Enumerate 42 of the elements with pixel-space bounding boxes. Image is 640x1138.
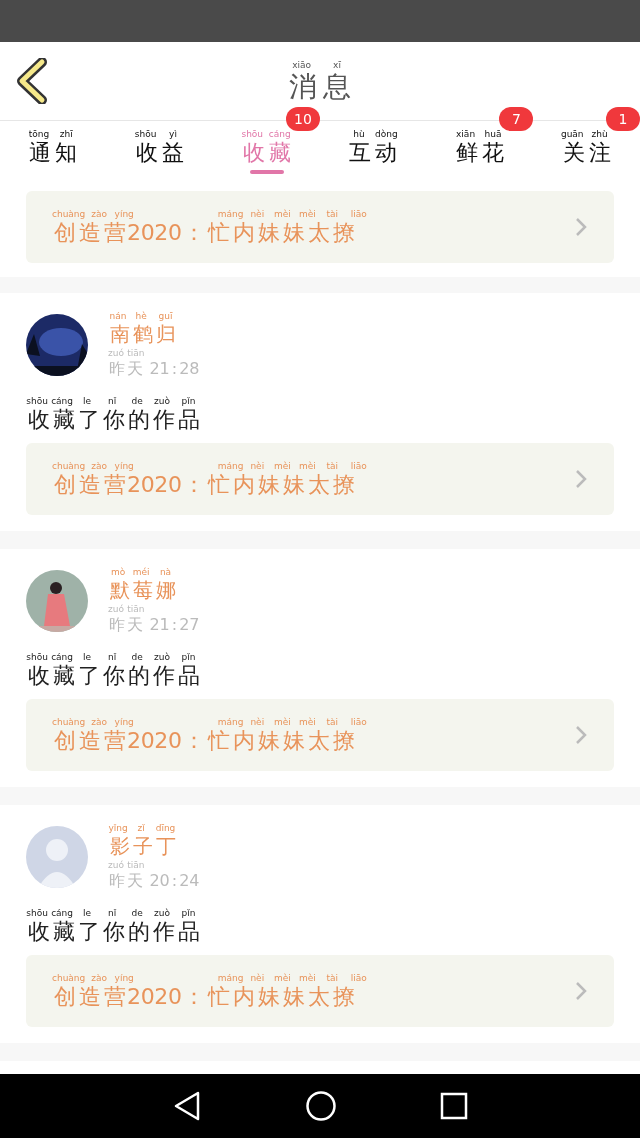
pinyin-annotation: shōu cáng le nǐ de zuò pǐn <box>26 652 197 663</box>
pinyin-annotation: shōu cáng le nǐ de zuò pǐn <box>26 908 197 919</box>
pinyin-annotation: xiān huā <box>455 128 503 140</box>
pinyin-annotation: guān zhù <box>560 128 609 140</box>
pinyin-annotation: shōu cáng <box>240 128 292 140</box>
count-badge: 10 <box>286 107 320 131</box>
pinyin-annotation: shōu yì <box>134 128 178 140</box>
article-title: 创造营2020：忙内妹妹太撩 <box>52 983 356 1010</box>
count-badge: 7 <box>499 107 534 131</box>
pinyin-annotation: hù dòng <box>352 128 399 140</box>
article-title: 创造营2020：忙内妹妹太撩 <box>52 471 356 498</box>
user-name: 南鹤归 <box>108 322 177 346</box>
message-text: 收藏了你的作品 <box>26 919 201 945</box>
page-title: 消息 <box>288 70 352 103</box>
tab[interactable]: 鲜花 <box>454 139 506 166</box>
pinyin-annotation: chuàng zào yíng máng nèi mèi mèi tài liāo <box>52 460 368 472</box>
pinyin-annotation: shōu cáng le nǐ de zuò pǐn <box>26 396 197 407</box>
user-name: 默莓娜 <box>108 578 177 602</box>
pinyin-annotation: tōng zhī <box>27 128 74 140</box>
tab[interactable]: 通知 <box>27 139 80 166</box>
user-name: 影子丁 <box>108 834 177 858</box>
timestamp: 昨天 20:24 <box>108 871 200 891</box>
message-text: 收藏了你的作品 <box>26 407 201 433</box>
count-badge: 1 <box>606 107 640 131</box>
pinyin-annotation: yǐng zǐ dīng <box>108 823 177 834</box>
pinyin-annotation: zuó tiān <box>108 348 146 359</box>
tab[interactable]: 关注 <box>560 139 613 166</box>
tab[interactable]: 互动 <box>347 139 400 166</box>
pinyin-annotation: xiāo xī <box>291 59 342 71</box>
pinyin-annotation: chuàng zào yíng máng nèi mèi mèi tài liāo <box>52 972 368 984</box>
timestamp: 昨天 21:28 <box>108 359 200 379</box>
pinyin-annotation: nán hè guī <box>108 311 174 322</box>
pinyin-annotation: zuó tiān <box>108 604 146 615</box>
pinyin-annotation: chuàng zào yíng máng nèi mèi mèi tài liāo <box>52 208 368 220</box>
article-title: 创造营2020：忙内妹妹太撩 <box>52 219 356 246</box>
pinyin-annotation: zuó tiān <box>108 860 146 871</box>
tab[interactable]: 收益 <box>134 139 186 166</box>
article-title: 创造营2020：忙内妹妹太撩 <box>52 727 356 754</box>
message-text: 收藏了你的作品 <box>26 663 201 689</box>
pinyin-annotation: mò méi nà <box>109 567 173 578</box>
timestamp: 昨天 21:27 <box>108 615 200 635</box>
pinyin-annotation: chuàng zào yíng máng nèi mèi mèi tài liāo <box>52 716 368 728</box>
